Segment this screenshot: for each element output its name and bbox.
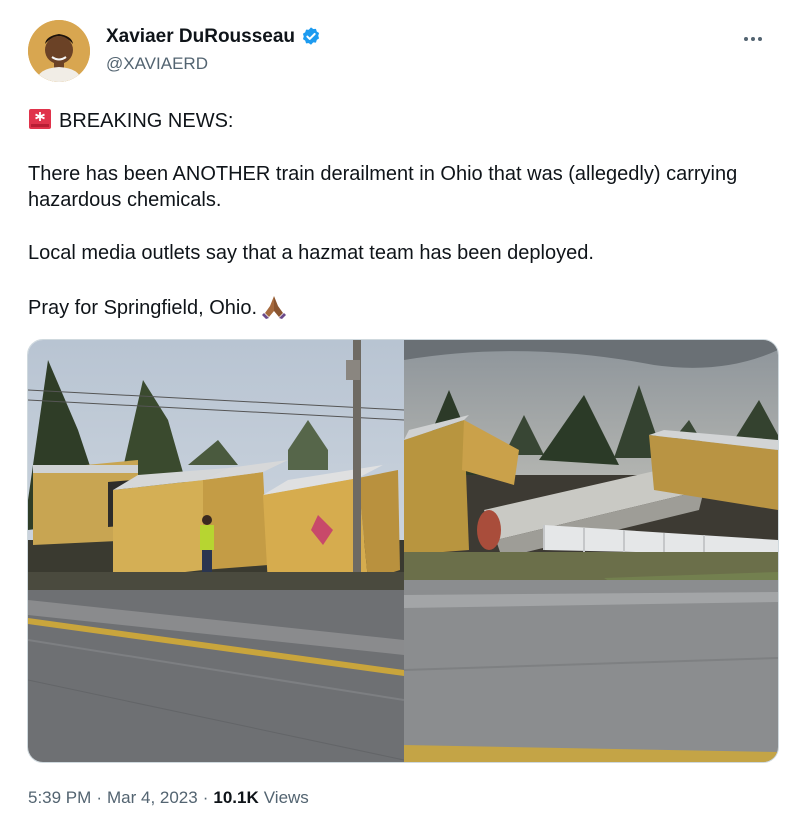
author-avatar[interactable] bbox=[28, 20, 90, 82]
views-count[interactable]: 10.1K bbox=[213, 788, 258, 808]
tweet-paragraph-2: There has been ANOTHER train derailment … bbox=[28, 163, 738, 211]
tweet-photo-2[interactable] bbox=[404, 340, 778, 762]
tweet-line-pray: Pray for Springfield, Ohio. bbox=[28, 293, 768, 326]
tweet-paragraph-3: Local media outlets say that a hazmat te… bbox=[28, 242, 594, 264]
author-name-row: Xaviaer DuRousseau bbox=[106, 26, 322, 48]
tweet-photo-1[interactable] bbox=[28, 340, 404, 762]
folded-hands-icon bbox=[261, 293, 287, 326]
photo-derailment-roadside bbox=[28, 340, 404, 762]
tweet-date[interactable]: Mar 4, 2023 bbox=[107, 788, 198, 808]
rotating-light-icon bbox=[28, 108, 52, 137]
tweet-paragraph-4: Pray for Springfield, Ohio. bbox=[28, 297, 257, 319]
more-options-icon[interactable] bbox=[736, 24, 770, 54]
avatar-image bbox=[28, 20, 90, 82]
meta-separator-2: · bbox=[202, 788, 209, 807]
tweet-time[interactable]: 5:39 PM bbox=[28, 788, 91, 808]
verified-badge-icon[interactable] bbox=[300, 26, 322, 48]
views-label: Views bbox=[263, 788, 309, 807]
tweet-media-grid bbox=[27, 339, 779, 763]
meta-separator-1: · bbox=[96, 788, 102, 807]
tweet: Xaviaer DuRousseau @XAVIAERD BREAKING NE… bbox=[0, 0, 800, 818]
tweet-meta: 5:39 PM · Mar 4, 2023 · 10.1K Views bbox=[28, 788, 309, 808]
author-handle[interactable]: @XAVIAERD bbox=[106, 54, 208, 74]
photo-derailment-crossing bbox=[404, 340, 778, 762]
author-display-name[interactable]: Xaviaer DuRousseau bbox=[106, 26, 295, 48]
tweet-line-breaking: BREAKING NEWS: bbox=[28, 108, 768, 137]
tweet-paragraph-1: BREAKING NEWS: bbox=[59, 110, 234, 132]
